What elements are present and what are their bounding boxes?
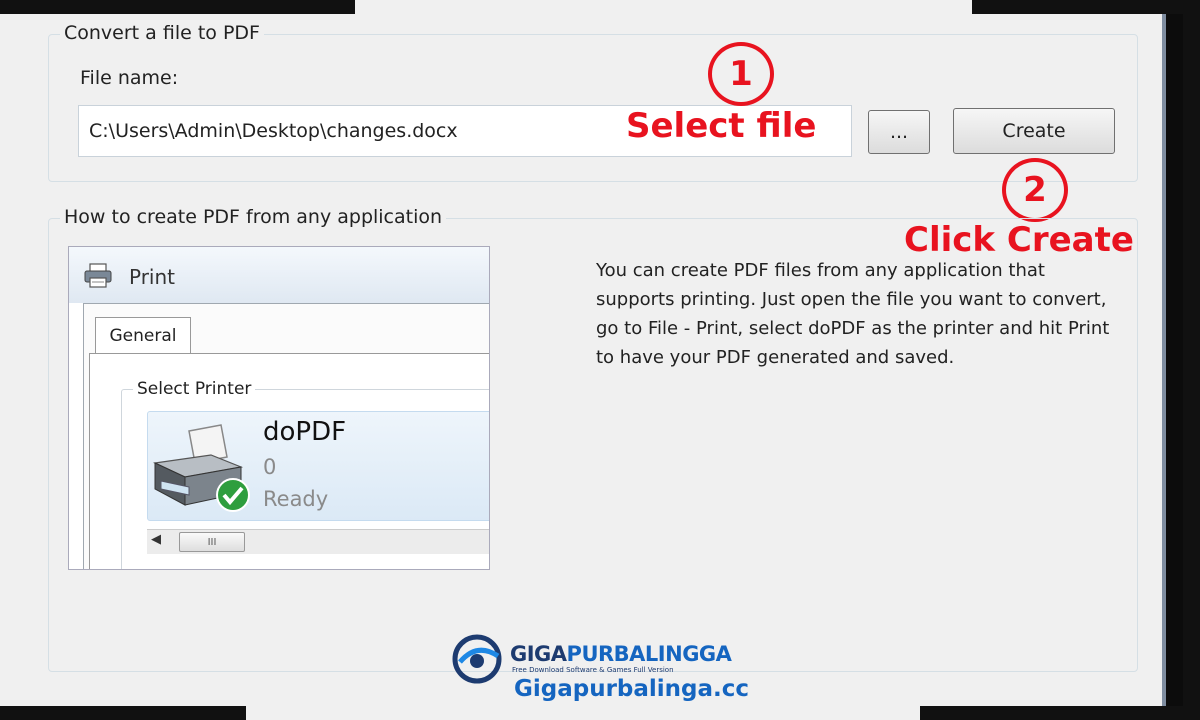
printer-jobs: 0 xyxy=(263,455,277,479)
brand-name-part1: GIGA xyxy=(510,642,567,666)
select-printer-title: Select Printer xyxy=(133,379,256,399)
print-dialog-title: Print xyxy=(129,265,176,289)
frame-bottom-right xyxy=(920,706,1200,720)
printer-status: Ready xyxy=(263,487,329,511)
step1-label: Select file xyxy=(626,106,817,146)
brand-logo-icon xyxy=(452,634,502,684)
browse-button[interactable]: ... xyxy=(868,110,930,154)
printer-name: doPDF xyxy=(263,417,347,447)
howto-group-title: How to create PDF from any application xyxy=(60,206,447,228)
step2-circle: 2 xyxy=(1002,158,1068,222)
brand-url: Gigapurbalinga.cc xyxy=(514,676,750,702)
file-name-label: File name: xyxy=(80,67,179,89)
scroll-left-icon[interactable]: ◀ xyxy=(151,532,161,547)
brand-name: GIGAPURBALINGGA xyxy=(510,642,732,666)
brand-tagline: Free Download Software & Games Full Vers… xyxy=(512,666,674,674)
frame-top-left xyxy=(0,0,355,14)
scroll-thumb[interactable]: III xyxy=(179,532,245,552)
frame-right xyxy=(1183,0,1200,720)
ready-check-icon xyxy=(216,478,250,512)
convert-group-title: Convert a file to PDF xyxy=(60,22,264,44)
frame-top-right xyxy=(972,0,1200,14)
print-dialog-preview: Print General Select Printer doPDF 0 Rea… xyxy=(68,246,490,570)
horizontal-scrollbar[interactable]: ◀ III xyxy=(147,529,489,554)
step1-circle: 1 xyxy=(708,42,774,106)
howto-description: You can create PDF files from any applic… xyxy=(596,260,1110,368)
frame-bottom-left xyxy=(0,706,246,720)
tab-general[interactable]: General xyxy=(95,317,191,354)
brand-name-part2: PURBALINGGA xyxy=(566,642,732,666)
printer-small-icon xyxy=(84,263,112,288)
create-button[interactable]: Create xyxy=(953,108,1115,154)
dopdf-window: Convert a file to PDF File name: ... Cre… xyxy=(0,0,1166,720)
